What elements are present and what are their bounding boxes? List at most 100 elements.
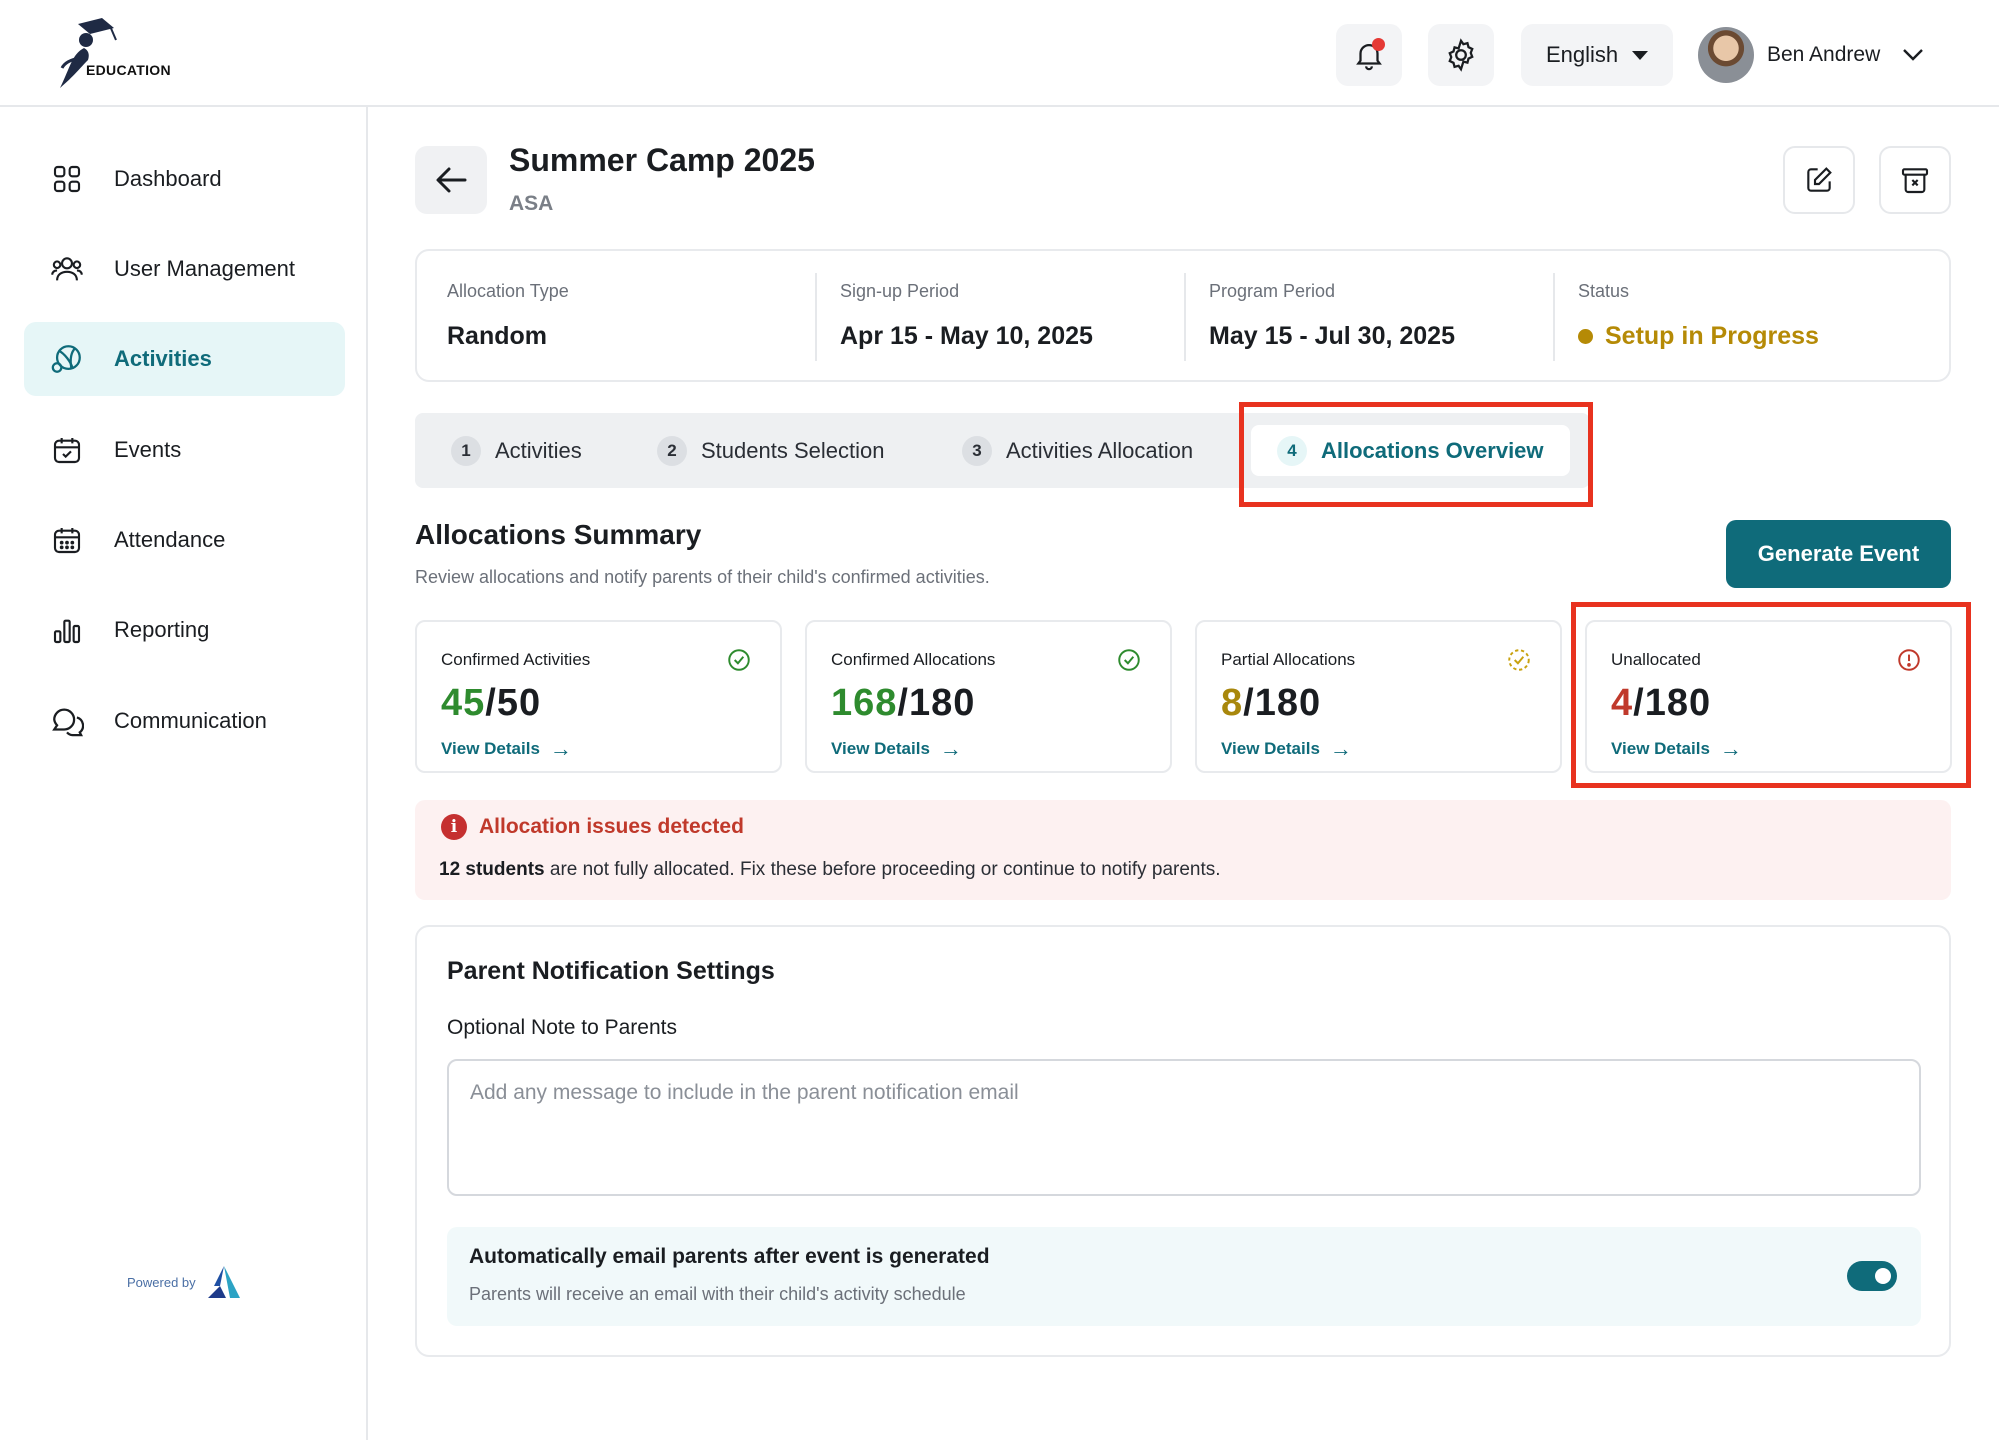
alert-header: i Allocation issues detected	[441, 814, 744, 840]
caret-down-icon	[1632, 50, 1649, 60]
tab-activities[interactable]: 1 Activities	[451, 425, 582, 476]
stat-total: /180	[1243, 682, 1322, 724]
stat-count: 45	[441, 682, 486, 724]
summary-subtitle: Review allocations and notify parents of…	[415, 567, 990, 587]
bar-chart-icon	[50, 613, 84, 647]
status-label: Status	[1578, 281, 1630, 301]
program-period-label: Program Period	[1209, 281, 1336, 301]
page-subtitle: ASA	[509, 192, 554, 215]
powered-by: Powered by	[127, 1264, 244, 1300]
stat-card-partial-allocations: Partial Allocations 8/180 View Details →	[1195, 620, 1562, 773]
tab-number: 1	[451, 435, 481, 466]
calendar-grid-icon	[50, 523, 84, 557]
stat-total: /50	[485, 682, 542, 724]
settings-button[interactable]	[1428, 24, 1494, 86]
view-details-label: View Details	[831, 739, 930, 758]
alert-title: Allocation issues detected	[479, 815, 744, 838]
top-header: EDUCATION English Ben Andrew	[0, 0, 1999, 107]
allocation-type-value: Random	[447, 322, 547, 350]
avatar[interactable]	[1698, 27, 1754, 83]
stat-title: Confirmed Allocations	[831, 650, 996, 669]
sidebar	[0, 107, 368, 1440]
back-button[interactable]	[415, 146, 487, 214]
tab-label: Activities	[495, 437, 582, 463]
parent-notification-settings: Parent Notification Settings Optional No…	[415, 925, 1951, 1357]
note-label: Optional Note to Parents	[447, 1016, 677, 1039]
user-menu[interactable]: Ben Andrew	[1698, 26, 1924, 84]
sidebar-item-communication[interactable]: Communication	[24, 684, 345, 758]
generate-event-button[interactable]: Generate Event	[1726, 520, 1951, 588]
sidebar-item-user-management[interactable]: User Management	[24, 232, 345, 306]
stat-count: 168	[831, 682, 898, 724]
education-logo[interactable]: EDUCATION	[50, 14, 180, 94]
auto-email-toggle[interactable]	[1847, 1261, 1897, 1291]
gear-icon	[1448, 38, 1474, 72]
sidebar-item-attendance[interactable]: Attendance	[24, 503, 345, 577]
sidebar-item-events[interactable]: Events	[24, 413, 345, 487]
arrow-left-icon	[436, 167, 467, 193]
alert-message: 12 students are not fully allocated. Fix…	[439, 859, 1221, 881]
arrow-right-icon: →	[1329, 736, 1352, 761]
stat-card-confirmed-allocations: Confirmed Allocations 168/180 View Detai…	[805, 620, 1172, 773]
view-details-link[interactable]: View Details →	[441, 736, 572, 762]
program-info-card: Allocation Type Random Sign-up Period Ap…	[415, 249, 1951, 382]
activities-icon	[50, 342, 84, 376]
tab-number: 3	[962, 435, 992, 466]
archive-button[interactable]	[1879, 146, 1951, 214]
auto-email-setting: Automatically email parents after event …	[447, 1227, 1921, 1326]
sidebar-item-activities[interactable]: Activities	[24, 322, 345, 396]
language-value: English	[1546, 42, 1619, 67]
edit-button[interactable]	[1783, 146, 1855, 214]
alert-count: 12 students	[439, 859, 545, 880]
user-name: Ben Andrew	[1767, 43, 1881, 66]
check-circle-icon	[1118, 649, 1140, 671]
auto-email-description: Parents will receive an email with their…	[469, 1284, 966, 1304]
sidebar-item-reporting[interactable]: Reporting	[24, 593, 345, 667]
note-to-parents-input[interactable]	[447, 1059, 1921, 1196]
notifications-button[interactable]	[1336, 24, 1402, 86]
tab-label: Activities Allocation	[1006, 437, 1194, 463]
signup-period-value: Apr 15 - May 10, 2025	[840, 322, 1093, 350]
view-details-label: View Details	[441, 739, 540, 758]
sidebar-item-label: Activities	[114, 346, 212, 371]
status-badge: Setup in Progress	[1578, 322, 1819, 351]
dashed-check-circle-icon	[1508, 649, 1530, 671]
view-details-link[interactable]: View Details →	[831, 736, 962, 762]
program-period: Program Period May 15 - Jul 30, 2025	[1179, 273, 1455, 361]
highlight-box-tab	[1239, 402, 1593, 507]
arrow-right-icon: →	[939, 736, 962, 761]
calendar-check-icon	[50, 433, 84, 467]
chat-icon	[50, 704, 84, 738]
sidebar-item-label: Events	[114, 437, 182, 462]
status-dot	[1578, 329, 1593, 344]
stat-count: 8	[1221, 682, 1244, 724]
sidebar-item-label: Dashboard	[114, 166, 222, 191]
stat-title: Partial Allocations	[1221, 650, 1356, 669]
sidebar-item-label: Communication	[114, 708, 267, 733]
powered-by-text: Powered by	[127, 1274, 196, 1290]
dashboard-icon	[50, 162, 84, 196]
summary-title: Allocations Summary	[415, 519, 702, 550]
allocation-type-label: Allocation Type	[447, 281, 569, 301]
sidebar-item-dashboard[interactable]: Dashboard	[24, 142, 345, 216]
allocation-type: Allocation Type Random	[417, 273, 569, 361]
tab-label: Students Selection	[701, 437, 885, 463]
tab-activities-allocation[interactable]: 3 Activities Allocation	[962, 425, 1193, 476]
chevron-down-icon[interactable]	[1902, 48, 1924, 62]
signup-period: Sign-up Period Apr 15 - May 10, 2025	[810, 273, 1093, 361]
allocation-alert: i Allocation issues detected 12 students…	[415, 800, 1951, 900]
toggle-knob	[1875, 1268, 1891, 1284]
sidebar-item-label: Reporting	[114, 617, 210, 642]
tab-number: 2	[657, 435, 687, 466]
view-details-link[interactable]: View Details →	[1221, 736, 1352, 762]
language-select[interactable]: English	[1521, 24, 1673, 86]
alert-text: are not fully allocated. Fix these befor…	[544, 859, 1221, 880]
check-circle-icon	[728, 649, 750, 671]
edit-icon	[1807, 167, 1832, 192]
stat-card-confirmed-activities: Confirmed Activities 45/50 View Details →	[415, 620, 782, 773]
sidebar-item-label: User Management	[114, 256, 295, 281]
info-icon: i	[441, 814, 467, 840]
archive-x-icon	[1901, 168, 1929, 194]
sidebar-item-label: Attendance	[114, 527, 226, 552]
tab-students-selection[interactable]: 2 Students Selection	[657, 425, 884, 476]
